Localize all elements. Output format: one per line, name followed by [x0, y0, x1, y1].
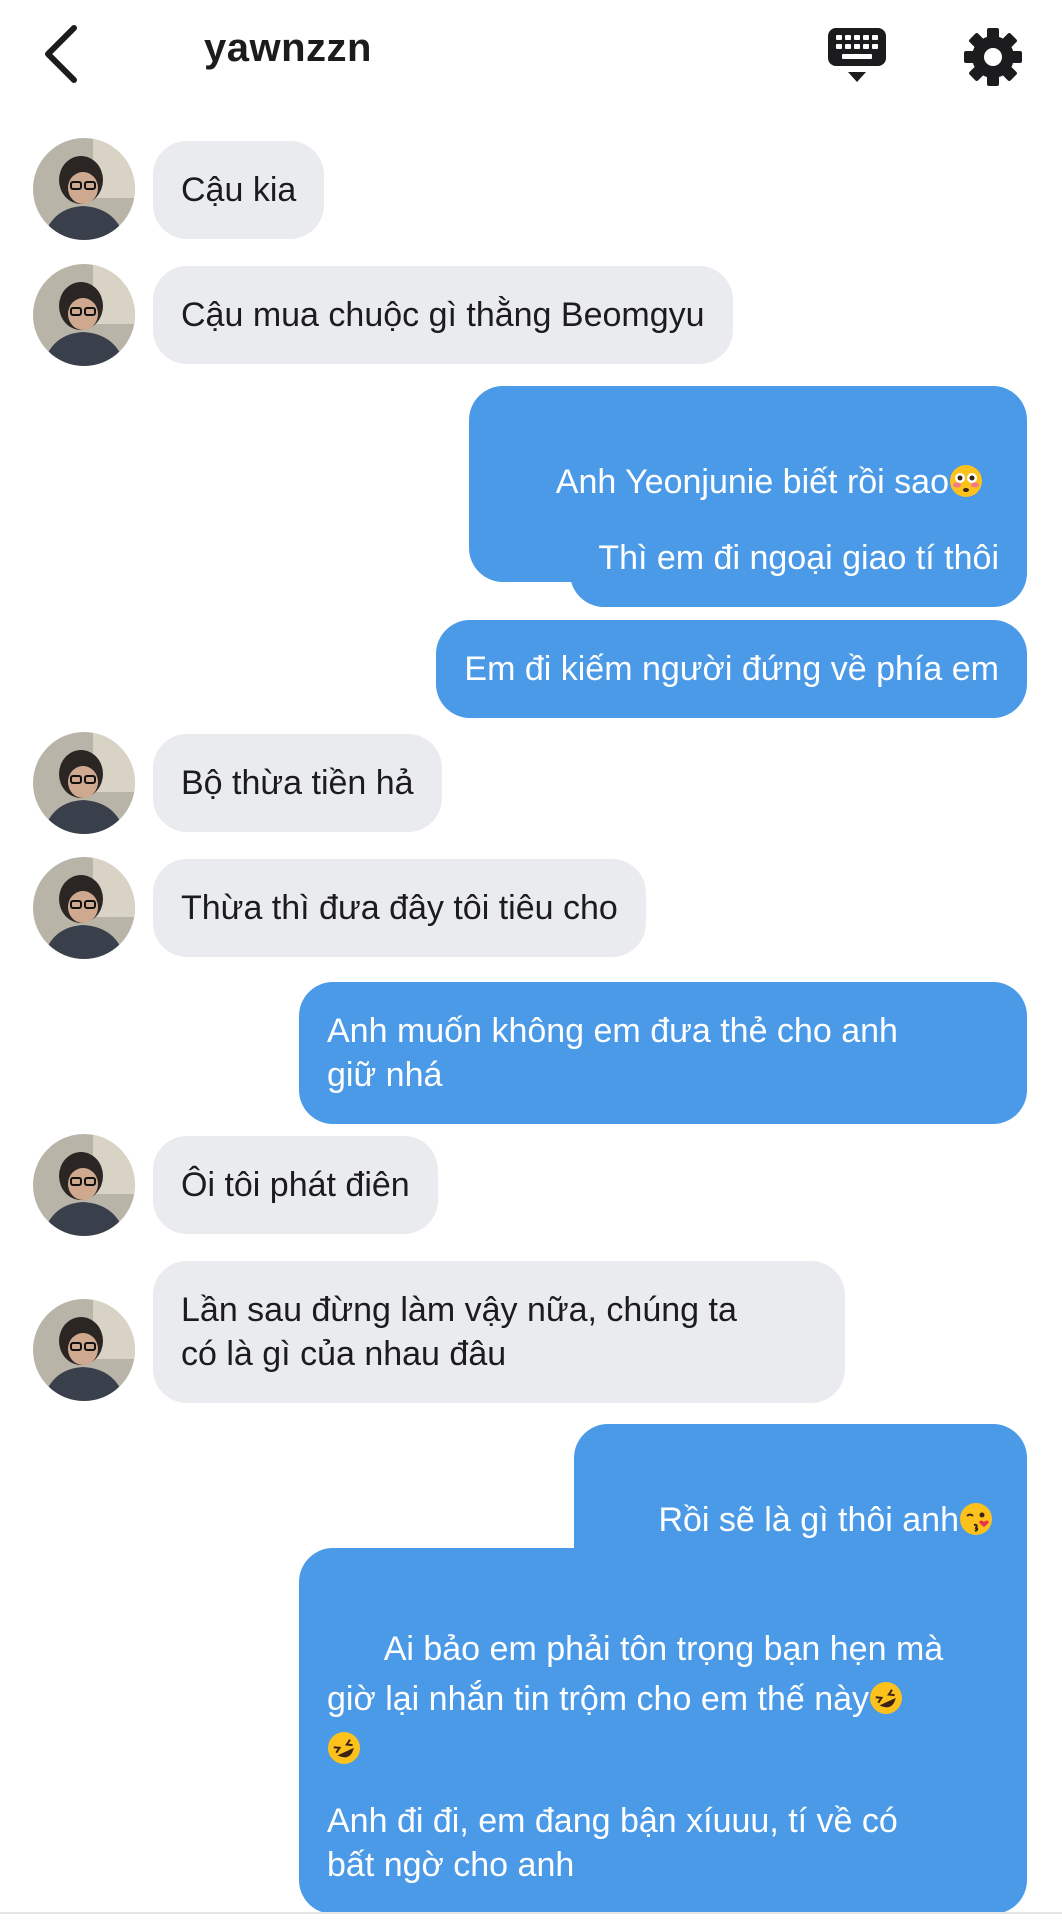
- flushed-face-icon: [950, 465, 982, 497]
- message-row: Anh muốn không em đưa thẻ cho anh giữ nh…: [0, 982, 1062, 1124]
- message-row: Ai bảo em phải tôn trọng bạn hẹn mà giờ …: [0, 1548, 1062, 1854]
- outgoing-message-bubble[interactable]: Em đi kiếm người đứng về phía em: [436, 620, 1027, 718]
- incoming-message-bubble[interactable]: Ôi tôi phát điên: [153, 1136, 438, 1234]
- user-avatar-image: [33, 264, 135, 366]
- avatar[interactable]: [33, 732, 135, 834]
- avatar[interactable]: [33, 138, 135, 240]
- message-row: Anh Yeonjunie biết rồi sao: [0, 386, 1062, 582]
- message-row: Em đi kiếm người đứng về phía em: [0, 620, 1062, 720]
- keyboard-icon: [828, 28, 886, 82]
- kissing-face-icon: [960, 1503, 992, 1535]
- message-row: Cậu kia: [0, 138, 1062, 240]
- user-avatar-image: [33, 1134, 135, 1236]
- incoming-message-bubble[interactable]: Cậu kia: [153, 141, 325, 239]
- message-row: Bộ thừa tiền hả: [0, 732, 1062, 834]
- message-text: Anh Yeonjunie biết rồi sao: [555, 463, 949, 501]
- avatar[interactable]: [33, 1134, 135, 1236]
- keyboard-button[interactable]: [826, 24, 890, 88]
- chevron-left-icon: [45, 25, 77, 83]
- divider: [0, 1912, 1062, 1914]
- avatar[interactable]: [33, 857, 135, 959]
- incoming-message-bubble[interactable]: Thừa thì đưa đây tôi tiêu cho: [153, 859, 646, 957]
- message-row: Lần sau đừng làm vậy nữa, chúng ta có là…: [0, 1259, 1062, 1403]
- rofl-face-icon: [328, 1732, 360, 1764]
- gear-icon: [964, 28, 1022, 86]
- user-avatar-image: [33, 1299, 135, 1401]
- outgoing-message-bubble[interactable]: Anh muốn không em đưa thẻ cho anh giữ nh…: [299, 982, 1027, 1124]
- settings-button[interactable]: [962, 26, 1024, 88]
- incoming-message-bubble[interactable]: Lần sau đừng làm vậy nữa, chúng ta có là…: [153, 1261, 845, 1403]
- back-button[interactable]: [36, 22, 92, 86]
- message-text: Ai bảo em phải tôn trọng bạn hẹn mà giờ …: [327, 1630, 944, 1718]
- incoming-message-bubble[interactable]: Cậu mua chuộc gì thằng Beomgyu: [153, 266, 733, 364]
- user-avatar-image: [33, 857, 135, 959]
- message-row: Cậu mua chuộc gì thằng Beomgyu: [0, 264, 1062, 366]
- user-avatar-image: [33, 138, 135, 240]
- message-row: Rồi sẽ là gì thôi anh: [0, 1424, 1062, 1620]
- message-list[interactable]: Cậu kia Cậu mua chuộc gì thằng Beomgyu A…: [0, 112, 1062, 1920]
- chat-username[interactable]: yawnzzn: [204, 26, 372, 71]
- message-row: Thừa thì đưa đây tôi tiêu cho: [0, 857, 1062, 959]
- message-row: Thì em đi ngoại giao tí thôi: [0, 509, 1062, 609]
- message-text: Rồi sẽ là gì thôi anh: [658, 1501, 959, 1539]
- incoming-message-bubble[interactable]: Bộ thừa tiền hả: [153, 734, 442, 832]
- chat-header: yawnzzn: [0, 0, 1062, 112]
- outgoing-message-bubble[interactable]: Anh đi đi, em đang bận xíuuu, tí về có b…: [299, 1772, 1027, 1914]
- message-row: Anh đi đi, em đang bận xíuuu, tí về có b…: [0, 1772, 1062, 1914]
- outgoing-message-bubble[interactable]: Thì em đi ngoại giao tí thôi: [570, 509, 1027, 607]
- avatar[interactable]: [33, 264, 135, 366]
- message-row: Ôi tôi phát điên: [0, 1134, 1062, 1236]
- user-avatar-image: [33, 732, 135, 834]
- rofl-face-icon: [870, 1682, 903, 1714]
- avatar[interactable]: [33, 1299, 135, 1401]
